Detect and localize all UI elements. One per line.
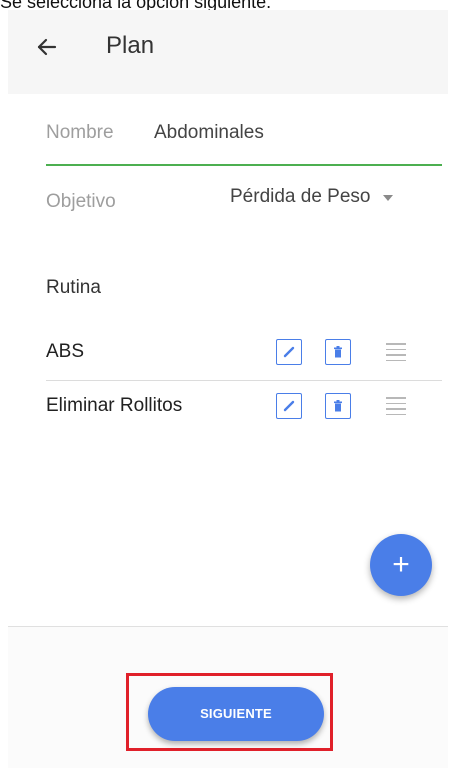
caption-text: Se selecciona la opción siguiente.	[0, 0, 272, 10]
routine-row: Eliminar Rollitos	[46, 382, 442, 434]
trash-icon	[334, 346, 342, 358]
routine-name: ABS	[46, 341, 85, 362]
pencil-icon	[283, 346, 295, 358]
plan-form: Nombre Abdominales Objetivo Pérdida de P…	[8, 94, 448, 768]
arrow-left-icon	[37, 38, 57, 56]
routine-row: ABS	[46, 328, 442, 381]
edit-routine-button[interactable]	[276, 339, 302, 365]
edit-routine-button[interactable]	[276, 393, 302, 419]
objective-select[interactable]: Pérdida de Peso	[230, 186, 393, 218]
page-title: Plan	[106, 32, 155, 59]
trash-icon	[334, 400, 342, 412]
chevron-down-icon	[382, 194, 393, 201]
back-button[interactable]	[32, 32, 62, 62]
drag-handle-icon[interactable]	[386, 397, 406, 415]
add-routine-button[interactable]: +	[370, 534, 432, 596]
pencil-icon	[283, 400, 295, 412]
drag-handle-icon[interactable]	[386, 343, 406, 361]
next-button[interactable]: SIGUIENTE	[148, 687, 324, 741]
objective-label: Objetivo	[46, 191, 116, 212]
name-field[interactable]: Nombre Abdominales	[46, 118, 442, 166]
delete-routine-button[interactable]	[325, 393, 351, 419]
routine-name: Eliminar Rollitos	[46, 395, 183, 416]
name-label: Nombre	[46, 122, 114, 143]
app-bar: Plan	[8, 10, 448, 95]
footer: SIGUIENTE	[8, 627, 448, 768]
objective-selected-value: Pérdida de Peso	[230, 186, 371, 207]
routine-heading: Rutina	[46, 277, 101, 298]
delete-routine-button[interactable]	[325, 339, 351, 365]
name-input-value[interactable]: Abdominales	[154, 122, 264, 144]
